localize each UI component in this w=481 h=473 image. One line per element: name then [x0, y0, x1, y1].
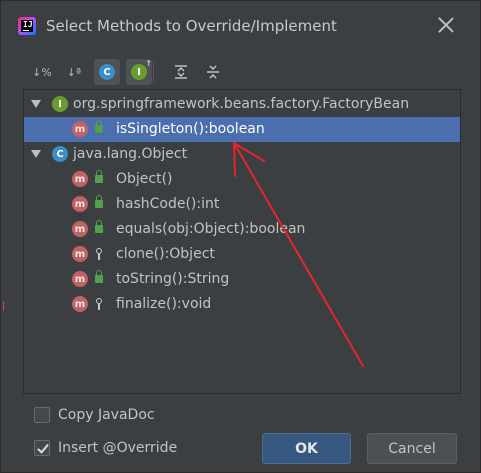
- method-row-tostring[interactable]: m toString():String: [24, 267, 460, 292]
- group-name: java.lang.Object: [73, 146, 188, 162]
- method-signature: hashCode():int: [116, 196, 220, 212]
- show-interfaces-toggle[interactable]: I: [126, 59, 152, 85]
- sort-by-visibility-icon[interactable]: ↓%: [29, 59, 55, 85]
- show-interfaces-icon: I: [131, 59, 152, 80]
- public-access-icon: [95, 120, 103, 133]
- group-name: org.springframework.beans.factory.Factor…: [73, 96, 410, 112]
- method-signature: equals(obj:Object):boolean: [116, 221, 306, 237]
- tree-group-factorybean[interactable]: I org.springframework.beans.factory.Fact…: [24, 92, 460, 117]
- insert-override-checkbox[interactable]: [34, 440, 50, 456]
- public-access-icon: [95, 170, 103, 183]
- cancel-button[interactable]: Cancel: [367, 433, 457, 464]
- intellij-logo-icon: IJ: [18, 17, 36, 35]
- method-signature: Object(): [116, 171, 173, 187]
- method-row-hashcode[interactable]: m hashCode():int: [24, 192, 460, 217]
- method-icon: m: [72, 246, 88, 262]
- expand-all-icon[interactable]: [168, 59, 194, 85]
- method-signature: finalize():void: [116, 296, 212, 312]
- protected-access-icon: [95, 248, 103, 262]
- method-signature: clone():Object: [116, 246, 215, 262]
- title-bar: IJ Select Methods to Override/Implement: [1, 1, 480, 51]
- public-access-icon: [95, 270, 103, 283]
- copy-javadoc-label[interactable]: Copy JavaDoc: [58, 407, 155, 423]
- protected-access-icon: [95, 298, 103, 312]
- method-row-clone[interactable]: m clone():Object: [24, 242, 460, 267]
- method-icon: m: [72, 221, 88, 237]
- method-icon: m: [72, 271, 88, 287]
- method-row-finalize[interactable]: m finalize():void: [24, 292, 460, 317]
- collapse-all-icon[interactable]: [200, 59, 226, 85]
- show-classes-icon: C: [99, 64, 115, 80]
- interface-icon: I: [52, 96, 68, 112]
- public-access-icon: [95, 195, 103, 208]
- method-icon: m: [72, 171, 88, 187]
- logo-text: IJ: [23, 20, 33, 29]
- expand-arrow-icon[interactable]: [31, 100, 41, 108]
- method-row-isSingleton[interactable]: m isSingleton():boolean: [24, 117, 460, 142]
- members-tree[interactable]: I org.springframework.beans.factory.Fact…: [23, 89, 461, 394]
- tree-group-object[interactable]: C java.lang.Object: [24, 142, 460, 167]
- toolbar-separator: [153, 61, 154, 83]
- method-signature: isSingleton():boolean: [116, 121, 265, 137]
- method-signature: toString():String: [116, 271, 230, 287]
- sort-alphabetically-icon[interactable]: ↓ª: [61, 59, 87, 85]
- method-row-equals[interactable]: m equals(obj:Object):boolean: [24, 217, 460, 242]
- method-icon: m: [72, 296, 88, 312]
- method-row-object[interactable]: m Object(): [24, 167, 460, 192]
- ok-button[interactable]: OK: [262, 433, 351, 464]
- insert-override-label[interactable]: Insert @Override: [58, 440, 177, 456]
- public-access-icon: [95, 220, 103, 233]
- copy-javadoc-checkbox[interactable]: [34, 407, 50, 423]
- class-icon: C: [52, 146, 68, 162]
- override-methods-dialog: IJ Select Methods to Override/Implement …: [0, 0, 481, 473]
- method-icon: m: [72, 121, 88, 137]
- show-classes-toggle[interactable]: C: [94, 59, 120, 85]
- method-icon: m: [72, 196, 88, 212]
- editor-edge-mark: [3, 301, 6, 311]
- expand-arrow-icon[interactable]: [31, 150, 41, 158]
- dialog-title: Select Methods to Override/Implement: [46, 17, 337, 35]
- close-icon[interactable]: [436, 15, 456, 35]
